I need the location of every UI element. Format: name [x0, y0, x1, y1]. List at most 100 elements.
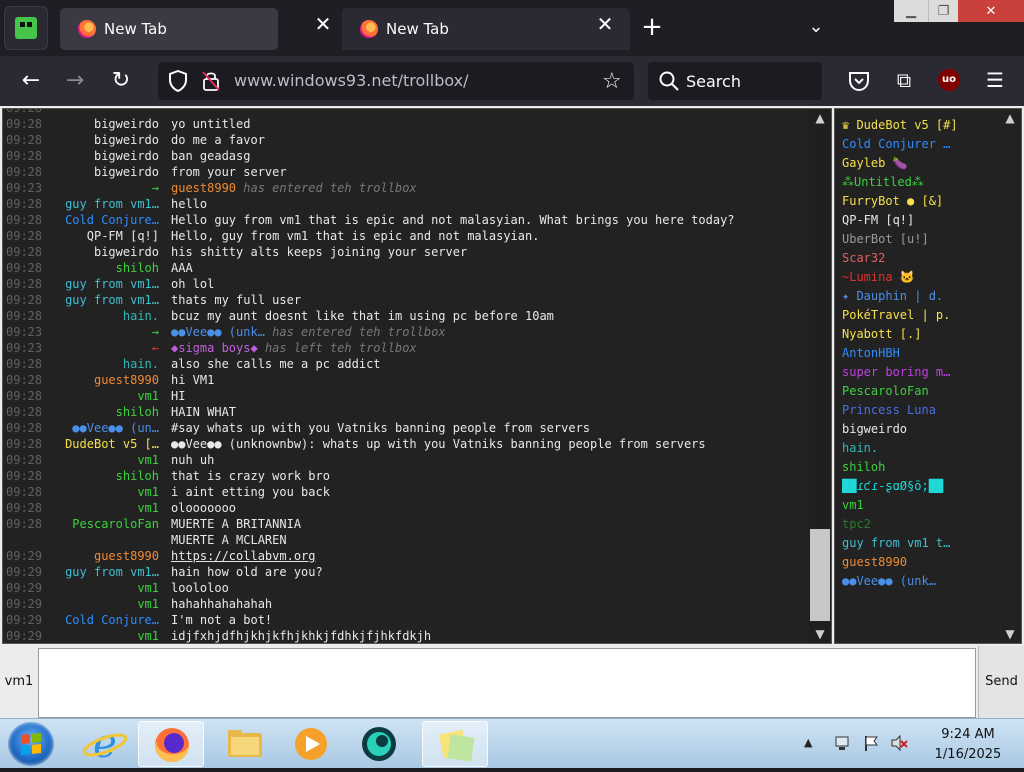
user-list-item[interactable]: Princess Luna — [842, 401, 992, 420]
message-link[interactable]: https://collabvm.org — [171, 548, 316, 564]
maximize-icon[interactable]: ❐ — [928, 0, 958, 22]
media-player-taskbar-icon[interactable] — [278, 721, 344, 767]
message-nick[interactable]: vm1 — [55, 628, 159, 643]
user-list-item[interactable]: Nyabott [.] — [842, 325, 992, 344]
notice-user[interactable]: ●●Vee●● (unk… — [171, 325, 265, 339]
message-nick[interactable]: guy from vm1… — [55, 196, 159, 212]
url-bar[interactable]: www.windows93.net/trollbox/ ☆ — [158, 62, 634, 100]
user-list-item[interactable]: ●●Vee●● (unk… — [842, 572, 992, 591]
clock-time[interactable]: 9:24 AM — [920, 727, 1016, 742]
extensions-puzzle-icon[interactable]: ⧉ — [890, 66, 918, 94]
search-bar[interactable]: Search — [648, 62, 822, 100]
message-input[interactable] — [38, 648, 976, 718]
message-nick[interactable]: guest8990 — [55, 372, 159, 388]
user-list-item[interactable]: guy from vm1 t… — [842, 534, 992, 553]
hamburger-menu-icon[interactable]: ☰ — [982, 66, 1008, 94]
tab-2[interactable]: New Tab — [342, 8, 630, 50]
user-list-item[interactable]: Gayleb 🍆 — [842, 154, 992, 173]
message-nick[interactable]: bigweirdo — [55, 132, 159, 148]
start-button[interactable] — [8, 722, 54, 766]
scroll-down-icon[interactable]: ▼ — [809, 625, 831, 643]
minimize-icon[interactable]: ▁ — [894, 0, 928, 22]
user-list-item[interactable]: PescaroloFan — [842, 382, 992, 401]
user-list-item[interactable]: Cold Conjurer … — [842, 135, 992, 154]
back-arrow-icon[interactable]: ← — [16, 66, 46, 96]
message-nick[interactable]: Cold Conjure… — [55, 612, 159, 628]
user-list-item[interactable]: bigweirdo — [842, 420, 992, 439]
message-nick[interactable]: vm1 — [55, 580, 159, 596]
message-nick[interactable]: hain. — [55, 308, 159, 324]
chat-scroll-thumb[interactable] — [810, 529, 830, 621]
flag-notifications-icon[interactable] — [862, 734, 880, 752]
message-nick[interactable]: vm1 — [55, 452, 159, 468]
message-nick[interactable]: guest8990 — [55, 548, 159, 564]
message-nick[interactable]: bigweirdo — [55, 148, 159, 164]
new-tab-plus-icon[interactable]: + — [638, 12, 666, 42]
message-nick[interactable]: bigweirdo — [55, 116, 159, 132]
action-center-icon[interactable] — [834, 734, 852, 752]
user-list-item[interactable]: super boring m… — [842, 363, 992, 382]
scroll-up-icon[interactable]: ▲ — [999, 109, 1021, 127]
user-list-item[interactable]: vm1 — [842, 496, 992, 515]
user-list-item[interactable]: ⁂Untitled⁂ — [842, 173, 992, 192]
message-nick[interactable]: guy from vm1… — [55, 564, 159, 580]
message-nick[interactable]: bigweirdo — [55, 244, 159, 260]
reload-icon[interactable]: ↻ — [106, 66, 136, 96]
user-list-item[interactable]: QP-FM [q!] — [842, 211, 992, 230]
tab-2-close-icon[interactable]: ✕ — [591, 10, 619, 38]
user-list-item[interactable]: ✦ Dauphin | d. — [842, 287, 992, 306]
message-nick[interactable]: guy from vm1… — [55, 276, 159, 292]
message-nick[interactable]: guy from vm1… — [55, 292, 159, 308]
chat-scrollbar[interactable]: ▲ ▼ — [809, 109, 831, 643]
user-list-item[interactable]: hain. — [842, 439, 992, 458]
forward-arrow-icon[interactable]: → — [60, 66, 90, 96]
user-list-item[interactable]: FurryBot ● [&] — [842, 192, 992, 211]
shield-icon[interactable] — [168, 70, 188, 92]
scroll-down-icon[interactable]: ▼ — [999, 625, 1021, 643]
pocket-icon[interactable] — [846, 68, 872, 94]
message-nick[interactable]: shiloh — [55, 468, 159, 484]
internet-explorer-taskbar-icon[interactable]: e — [72, 721, 138, 767]
url-text[interactable]: www.windows93.net/trollbox/ — [234, 71, 469, 90]
chat-log[interactable]: 09:28 09:28 bigweirdo yo untitled 09:28 bigw… — [2, 108, 832, 644]
user-list-item[interactable]: guest8990 — [842, 553, 992, 572]
firefox-taskbar-icon[interactable] — [138, 721, 204, 767]
message-nick[interactable]: shiloh — [55, 404, 159, 420]
collabvm-app-icon[interactable] — [4, 6, 48, 50]
message-nick[interactable]: vm1 — [55, 500, 159, 516]
message-nick[interactable]: QP-FM [q!] — [55, 228, 159, 244]
message-nick[interactable]: Cold Conjure… — [55, 212, 159, 228]
bookmark-star-icon[interactable]: ☆ — [602, 69, 622, 94]
user-list-item[interactable]: Scar32 — [842, 249, 992, 268]
message-nick[interactable]: ●●Vee●● (un… — [55, 420, 159, 436]
message-nick[interactable]: bigweirdo — [55, 164, 159, 180]
sticky-notes-taskbar-icon[interactable] — [422, 721, 488, 767]
file-explorer-taskbar-icon[interactable] — [212, 721, 278, 767]
user-list-item[interactable]: tpc2 — [842, 515, 992, 534]
list-all-tabs-chevron-icon[interactable]: ⌄ — [802, 12, 830, 42]
ublock-origin-icon[interactable]: uo — [938, 69, 960, 91]
message-nick[interactable]: DudeBot v5 [… — [55, 436, 159, 452]
send-button[interactable]: Send — [978, 646, 1024, 718]
user-list-item[interactable]: ~Lumina 🐱 — [842, 268, 992, 287]
user-list[interactable]: ♛ DudeBot v5 [#] Cold Conjurer … Gayleb 🍆 ⁂… — [834, 108, 1022, 644]
clock-date[interactable]: 1/16/2025 — [920, 747, 1016, 762]
message-nick[interactable]: vm1 — [55, 596, 159, 612]
show-hidden-icons-icon[interactable]: ▲ — [804, 736, 812, 749]
close-window-icon[interactable]: ✕ — [958, 0, 1024, 22]
user-list-item[interactable]: UberBot [u!] — [842, 230, 992, 249]
message-nick[interactable]: vm1 — [55, 484, 159, 500]
message-nick[interactable]: hain. — [55, 356, 159, 372]
message-nick[interactable]: PescaroloFan — [55, 516, 159, 532]
user-list-item[interactable]: PokéTravel | p. — [842, 306, 992, 325]
lock-insecure-icon[interactable] — [202, 71, 220, 91]
notice-user[interactable]: ◆sigma boys◆ — [171, 341, 258, 355]
scroll-up-icon[interactable]: ▲ — [809, 109, 831, 127]
user-list-scrollbar[interactable]: ▲ ▼ — [999, 109, 1021, 643]
volume-muted-icon[interactable] — [890, 734, 908, 752]
user-list-item[interactable]: ██ɾƈɾ-ʂɑØ§ō;██ — [842, 477, 992, 496]
message-nick[interactable]: vm1 — [55, 388, 159, 404]
message-nick[interactable]: shiloh — [55, 260, 159, 276]
notice-user[interactable]: guest8990 — [171, 181, 236, 195]
user-list-item[interactable]: shiloh — [842, 458, 992, 477]
